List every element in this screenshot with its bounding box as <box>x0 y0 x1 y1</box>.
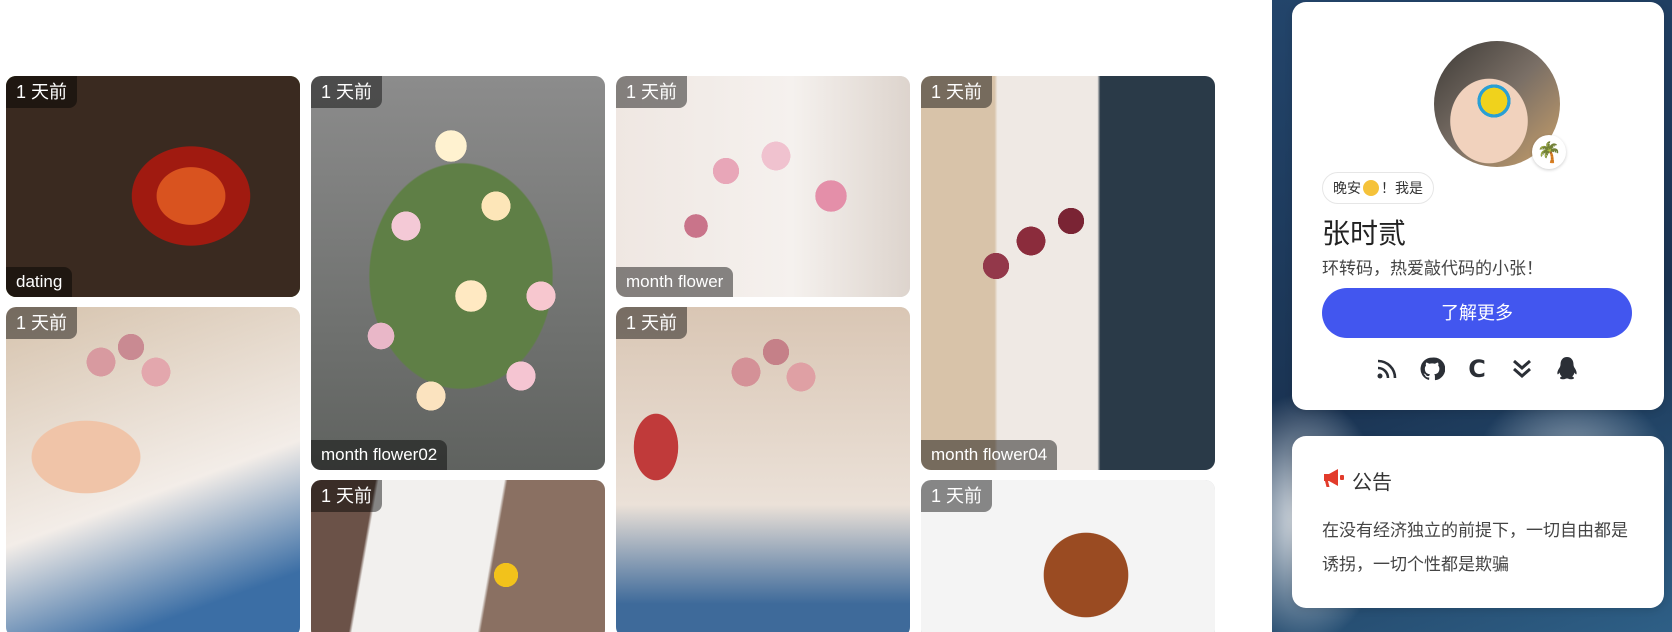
photo-time-badge: 1 天前 <box>616 307 688 339</box>
photo-time-badge: 1 天前 <box>921 76 993 108</box>
photo-card[interactable]: 1 天前 <box>921 480 1215 632</box>
megaphone-icon <box>1322 467 1346 495</box>
photo-card-month-flower04[interactable]: 1 天前 month flower04 <box>921 76 1215 470</box>
greeting-badge: 晚安 ！我是 <box>1322 172 1434 204</box>
announcement-card: 公告 在没有经济独立的前提下，一切自由都是诱拐，一切个性都是欺骗 <box>1292 436 1664 608</box>
rss-icon[interactable] <box>1372 354 1402 384</box>
profile-description: 环转码，热爱敲代码的小张！ <box>1322 259 1543 278</box>
learn-more-button[interactable]: 了解更多 <box>1322 288 1632 338</box>
photo-image <box>616 307 910 632</box>
photo-image <box>6 76 300 297</box>
photo-image <box>6 307 300 632</box>
photo-time-badge: 1 天前 <box>311 76 383 108</box>
announcement-title: 公告 <box>1352 472 1392 494</box>
greeting-suffix: ！我是 <box>1381 180 1423 196</box>
csdn-icon[interactable]: C <box>1462 354 1492 384</box>
photo-gallery: 1 天前 dating 1 天前 1 天前 month flower02 1 天… <box>0 0 1272 632</box>
double-chevron-down-icon[interactable] <box>1507 354 1537 384</box>
announcement-text: 在没有经济独立的前提下，一切自由都是诱拐，一切个性都是欺骗 <box>1322 521 1628 574</box>
photo-caption: month flower04 <box>921 440 1058 470</box>
photo-image <box>616 76 910 297</box>
photo-card[interactable]: 1 天前 <box>616 307 910 632</box>
photo-caption: month flower <box>616 267 734 297</box>
github-icon[interactable] <box>1417 354 1447 384</box>
photo-time-badge: 1 天前 <box>6 76 78 108</box>
photo-caption: dating <box>6 267 73 297</box>
photo-time-badge: 1 天前 <box>921 480 993 512</box>
profile-name: 张时贰 <box>1322 218 1407 249</box>
sidebar: 🌴 晚安 ！我是 张时贰 环转码，热爱敲代码的小张！ 了解更多 C 公告 在没有… <box>1272 0 1672 632</box>
photo-caption: month flower02 <box>311 440 448 470</box>
photo-card[interactable]: 1 天前 <box>311 480 605 632</box>
greeting-prefix: 晚安 <box>1333 180 1361 196</box>
social-links: C <box>1372 354 1582 384</box>
qq-penguin-icon[interactable] <box>1552 354 1582 384</box>
photo-card-month-flower02[interactable]: 1 天前 month flower02 <box>311 76 605 470</box>
photo-card[interactable]: 1 天前 <box>6 307 300 632</box>
announcement-header: 公告 <box>1322 466 1392 495</box>
sleepy-face-icon <box>1363 180 1379 196</box>
palm-tree-icon: 🌴 <box>1532 135 1566 169</box>
photo-time-badge: 1 天前 <box>311 480 383 512</box>
photo-card-dating[interactable]: 1 天前 dating <box>6 76 300 297</box>
profile-card: 🌴 晚安 ！我是 张时贰 环转码，热爱敲代码的小张！ 了解更多 C <box>1292 2 1664 410</box>
photo-image <box>311 76 605 470</box>
photo-time-badge: 1 天前 <box>616 76 688 108</box>
photo-time-badge: 1 天前 <box>6 307 78 339</box>
photo-image <box>921 76 1215 470</box>
photo-card-month-flower[interactable]: 1 天前 month flower <box>616 76 910 297</box>
